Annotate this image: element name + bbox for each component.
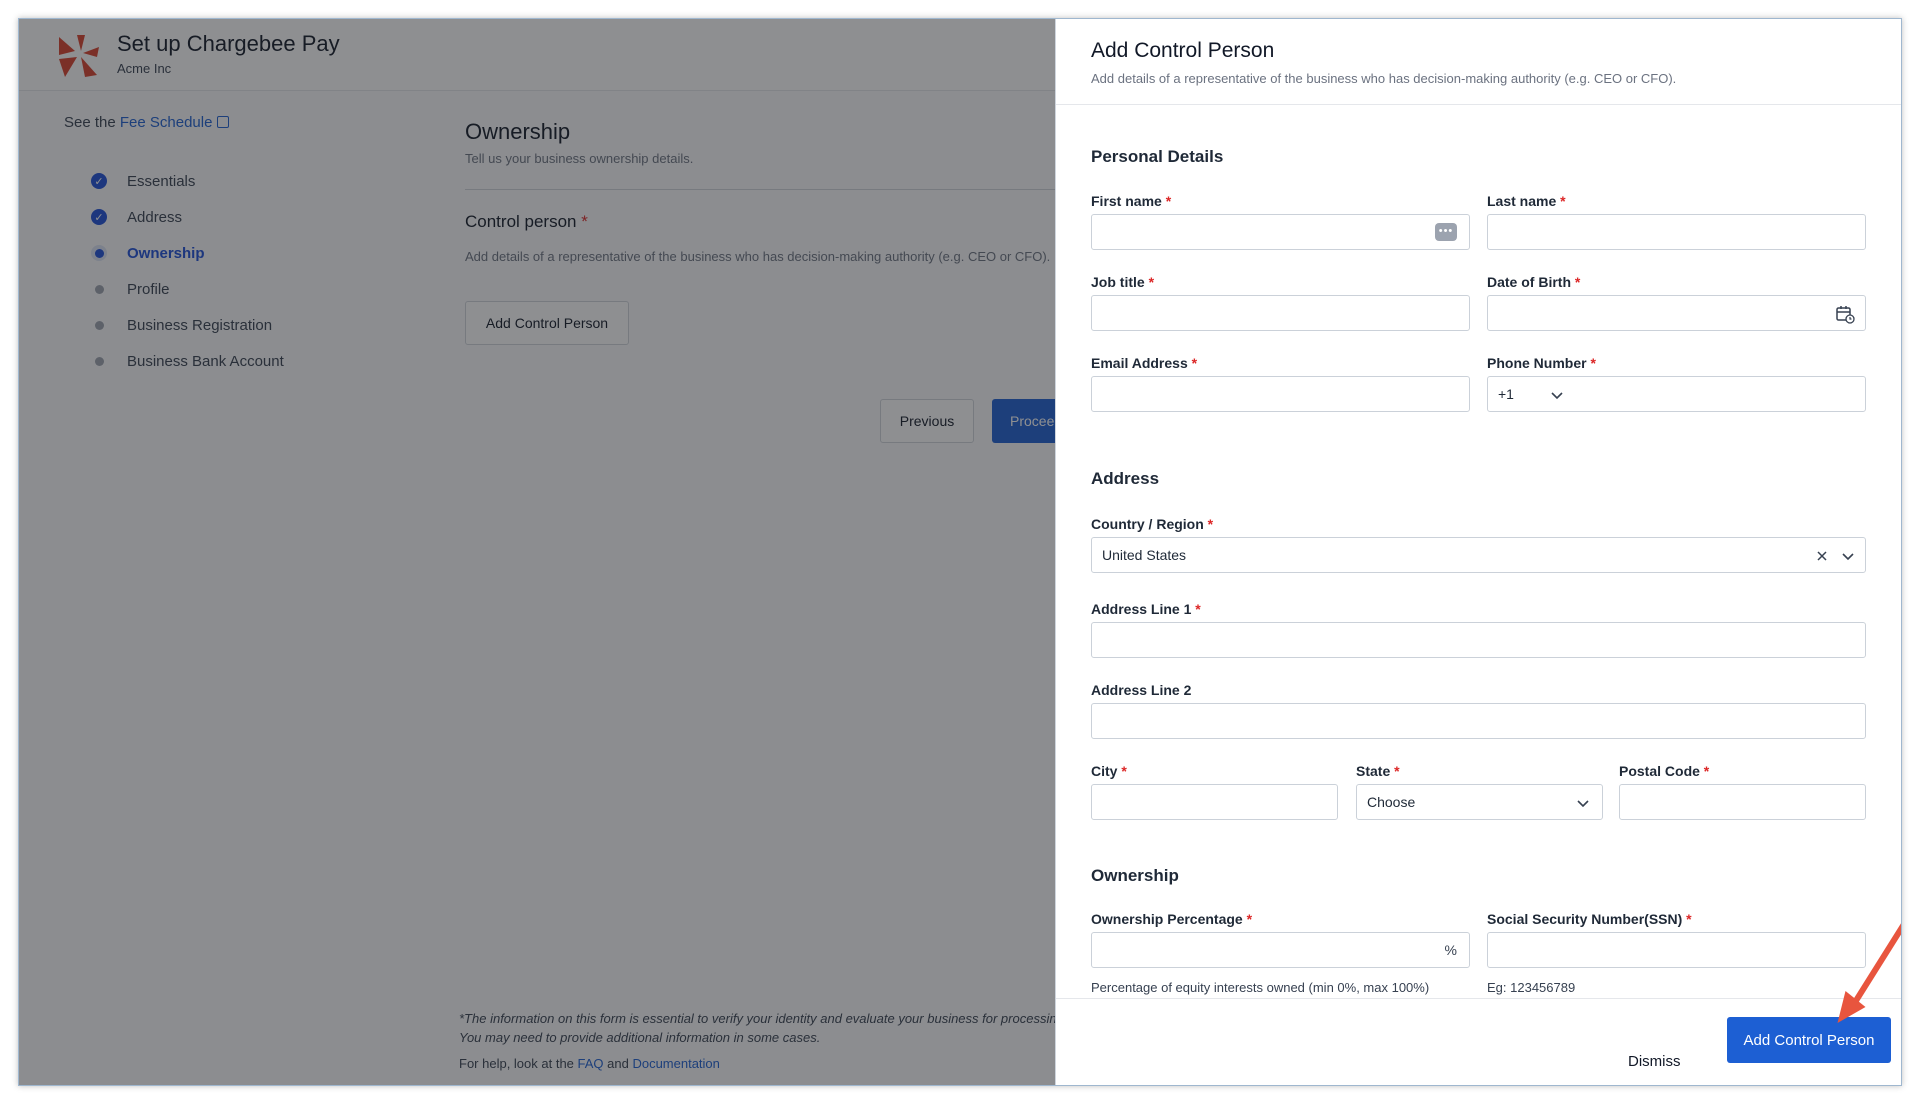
- ownership-pct-input[interactable]: %: [1091, 932, 1470, 968]
- label-text: Last name: [1487, 193, 1557, 209]
- autofill-dots-icon[interactable]: •••: [1435, 223, 1457, 241]
- ownership-pct-hint: Percentage of equity interests owned (mi…: [1091, 980, 1430, 995]
- phone-input[interactable]: +1: [1487, 376, 1866, 412]
- annotation-arrow-icon: [1837, 923, 1901, 1023]
- postal-code-label: Postal Code *: [1619, 763, 1709, 779]
- required-mark: *: [1560, 193, 1566, 209]
- country-value: United States: [1102, 547, 1187, 563]
- required-mark: *: [1195, 601, 1201, 617]
- label-text: Ownership Percentage: [1091, 911, 1243, 927]
- dob-label: Date of Birth *: [1487, 274, 1580, 290]
- state-label: State *: [1356, 763, 1400, 779]
- address-line2-label: Address Line 2: [1091, 682, 1191, 698]
- ssn-input[interactable]: [1487, 932, 1866, 968]
- chevron-down-icon[interactable]: [1576, 796, 1590, 810]
- label-text: First name: [1091, 193, 1162, 209]
- job-title-input[interactable]: [1091, 295, 1470, 331]
- last-name-input[interactable]: [1487, 214, 1866, 250]
- required-mark: *: [1121, 763, 1127, 779]
- ssn-label: Social Security Number(SSN) *: [1487, 911, 1692, 927]
- label-text: Address Line 2: [1091, 682, 1192, 698]
- required-mark: *: [1165, 193, 1172, 209]
- label-text: Job title: [1091, 274, 1145, 290]
- clear-icon[interactable]: [1815, 549, 1829, 563]
- personal-details-heading: Personal Details: [1091, 147, 1224, 166]
- required-mark: *: [1686, 911, 1692, 927]
- required-mark: *: [1574, 274, 1581, 290]
- label-text: Email Address: [1091, 355, 1188, 371]
- label-text: Phone Number: [1487, 355, 1587, 371]
- required-mark: *: [1148, 274, 1155, 290]
- required-mark: *: [1207, 516, 1214, 532]
- add-control-person-panel: Add Control Person Add details of a repr…: [1055, 19, 1901, 1085]
- required-mark: *: [1590, 355, 1596, 371]
- label-text: Postal Code: [1619, 763, 1700, 779]
- ssn-hint: Eg: 123456789: [1487, 980, 1576, 995]
- label-text: Country / Region: [1091, 516, 1204, 532]
- percent-suffix: %: [1444, 942, 1457, 958]
- required-mark: *: [1191, 355, 1198, 371]
- label-text: State: [1356, 763, 1391, 779]
- label-text: City: [1091, 763, 1118, 779]
- dismiss-button[interactable]: Dismiss: [1628, 1053, 1681, 1070]
- panel-header: Add Control Person Add details of a repr…: [1056, 19, 1901, 105]
- state-value: Choose: [1367, 794, 1416, 810]
- phone-label: Phone Number *: [1487, 355, 1596, 371]
- label-text: Address Line 1: [1091, 601, 1192, 617]
- app-window: Set up Chargebee Pay Acme Inc See the Fe…: [18, 18, 1902, 1086]
- ownership-pct-label: Ownership Percentage *: [1091, 911, 1252, 927]
- address-line1-input[interactable]: [1091, 622, 1866, 658]
- address-line2-input[interactable]: [1091, 703, 1866, 739]
- state-select[interactable]: Choose: [1356, 784, 1603, 820]
- city-input[interactable]: [1091, 784, 1338, 820]
- country-label: Country / Region *: [1091, 516, 1213, 532]
- label-text: Date of Birth: [1487, 274, 1571, 290]
- last-name-label: Last name *: [1487, 193, 1566, 209]
- dob-input[interactable]: [1487, 295, 1866, 331]
- first-name-input[interactable]: •••: [1091, 214, 1470, 250]
- required-mark: *: [1394, 763, 1400, 779]
- ownership-heading: Ownership: [1091, 866, 1179, 885]
- required-mark: *: [1703, 763, 1710, 779]
- required-mark: *: [1246, 911, 1253, 927]
- email-label: Email Address *: [1091, 355, 1197, 371]
- country-select[interactable]: United States: [1091, 537, 1866, 573]
- address-line1-label: Address Line 1 *: [1091, 601, 1201, 617]
- address-heading: Address: [1091, 469, 1160, 488]
- email-input[interactable]: [1091, 376, 1470, 412]
- chevron-down-icon[interactable]: [1550, 388, 1564, 402]
- panel-title: Add Control Person: [1091, 39, 1275, 62]
- phone-country-code[interactable]: +1: [1498, 386, 1514, 402]
- first-name-label: First name *: [1091, 193, 1171, 209]
- city-label: City *: [1091, 763, 1127, 779]
- job-title-label: Job title *: [1091, 274, 1154, 290]
- panel-subtitle: Add details of a representative of the b…: [1091, 71, 1677, 86]
- label-text: Social Security Number(SSN): [1487, 911, 1683, 927]
- postal-code-input[interactable]: [1619, 784, 1866, 820]
- chevron-down-icon[interactable]: [1841, 549, 1855, 563]
- calendar-icon[interactable]: [1835, 304, 1855, 324]
